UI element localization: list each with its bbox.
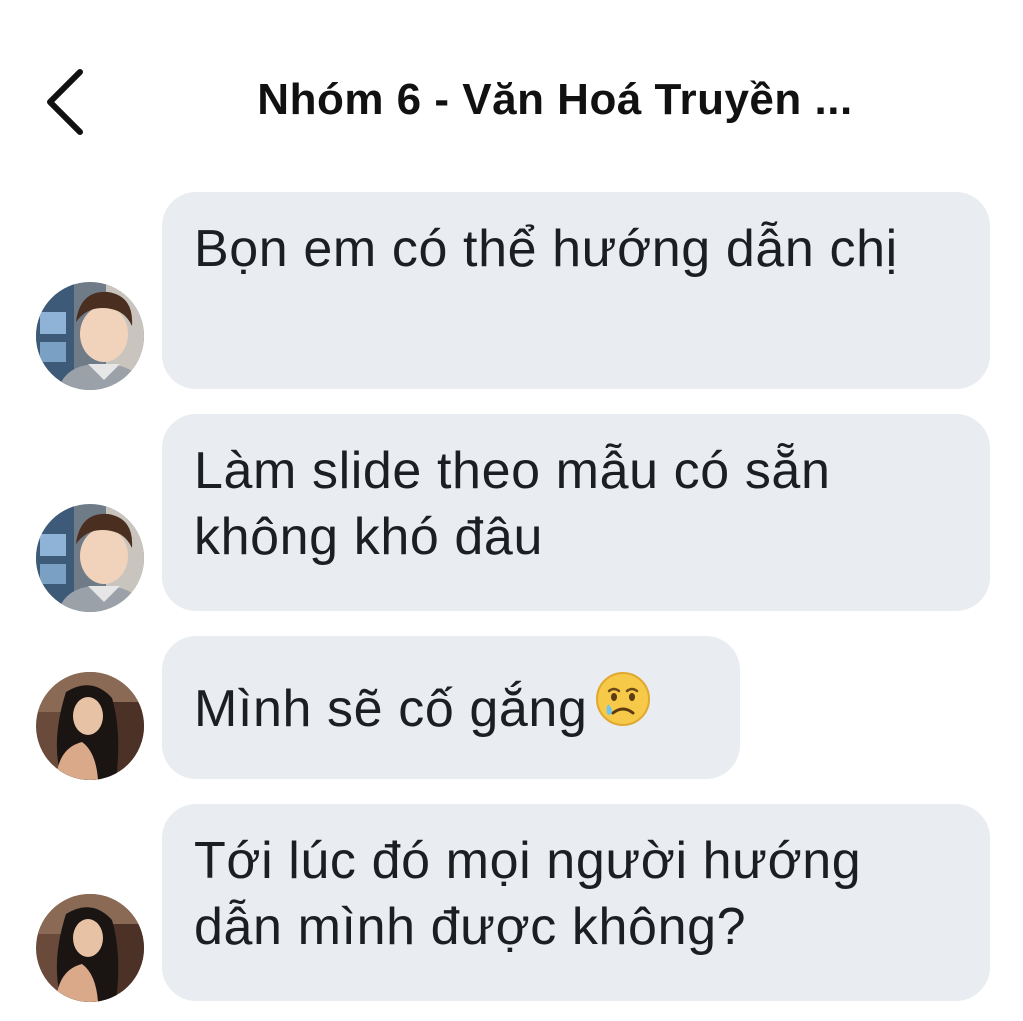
chat-header: Nhóm 6 - Văn Hoá Truyền ... bbox=[0, 0, 1023, 200]
crying-face-emoji bbox=[595, 671, 651, 743]
female-avatar[interactable] bbox=[36, 894, 144, 1002]
chevron-left-icon bbox=[47, 69, 83, 135]
male-avatar[interactable] bbox=[36, 282, 144, 390]
message-bubble[interactable]: Tới lúc đó mọi người hướng dẫn mình được… bbox=[162, 804, 990, 1001]
message-bubble[interactable]: Bọn em có thể hướng dẫn chị bbox=[162, 192, 990, 389]
female-avatar[interactable] bbox=[36, 672, 144, 780]
message-text: Bọn em có thể hướng dẫn chị bbox=[194, 220, 898, 278]
male-avatar[interactable] bbox=[36, 504, 144, 612]
back-button[interactable] bbox=[30, 58, 110, 148]
message-bubble[interactable]: Mình sẽ cố gắng bbox=[162, 636, 740, 779]
chat-title[interactable]: Nhóm 6 - Văn Hoá Truyền ... bbox=[160, 70, 950, 130]
message-text: Làm slide theo mẫu có sẵn không khó đâu bbox=[194, 442, 831, 566]
message-bubble[interactable]: Làm slide theo mẫu có sẵn không khó đâu bbox=[162, 414, 990, 611]
message-text: Mình sẽ cố gắng bbox=[194, 680, 588, 738]
message-text: Tới lúc đó mọi người hướng dẫn mình được… bbox=[194, 832, 862, 956]
